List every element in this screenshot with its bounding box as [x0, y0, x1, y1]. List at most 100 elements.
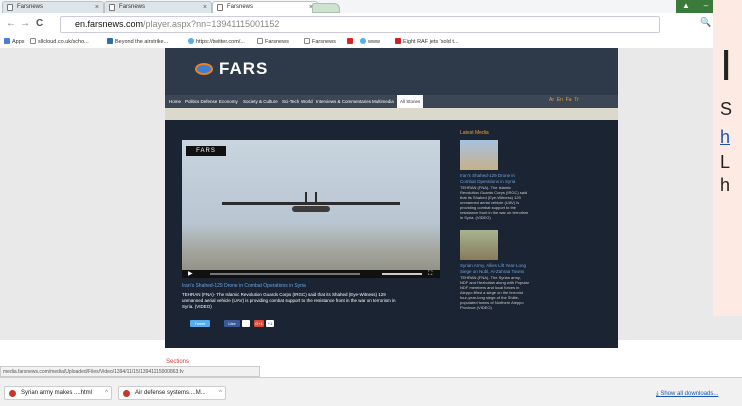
latest-media-header: Latest Media: [460, 130, 489, 136]
latest-thumb[interactable]: [460, 140, 498, 170]
bookmark-item[interactable]: www: [360, 36, 380, 48]
logo-text: FARS: [219, 59, 269, 78]
chevron-up-icon[interactable]: ^: [219, 387, 222, 399]
bookmark-apps[interactable]: Apps: [4, 36, 25, 48]
latest-title[interactable]: Syrian Army, Allies Lift Year-Long Siege…: [460, 263, 530, 275]
bookmark-item[interactable]: Farsnews: [257, 36, 289, 48]
menu-item-interviews[interactable]: Interviews & Commentaries: [316, 95, 371, 108]
slide-title: I: [720, 41, 733, 90]
page-icon: [30, 38, 36, 44]
slide-overlay: I S h L h: [713, 0, 742, 316]
logo-globe-icon: [195, 63, 213, 75]
download-name: Syrian army makes ....html: [21, 390, 93, 396]
drone-body: [292, 206, 330, 212]
download-item[interactable]: Air defense systems....M... ^: [118, 386, 226, 400]
page-icon: [7, 4, 13, 11]
bookmarks-bar: Apps sllcloud.co.uk/scho... Beyond the a…: [0, 36, 742, 48]
show-all-downloads-label: Show all downloads...: [660, 391, 719, 397]
download-item[interactable]: Syrian army makes ....html ^: [4, 386, 112, 400]
share-buttons: Tweet Like G+1 +1: [190, 320, 290, 328]
like-count: [242, 320, 250, 327]
gplus-button[interactable]: G+1: [254, 320, 264, 327]
language-links: Ar En Fa Tr: [549, 97, 609, 107]
browser-tab[interactable]: Farsnews ×: [2, 1, 104, 13]
latest-text: TEHRAN (FNA)- The Islamic Revolution Gua…: [460, 185, 529, 220]
menu-item-all-stories[interactable]: All Stories: [397, 95, 424, 108]
bookmark-youtube[interactable]: [347, 36, 355, 48]
page-icon: [109, 4, 115, 11]
volume-slider[interactable]: [382, 273, 422, 275]
latest-media: Latest Media Iran's Shahed-129 Drone in …: [460, 130, 580, 310]
address-bar-row: ← → C en.farsnews.com/player.aspx?nn=139…: [0, 13, 742, 36]
site-logo[interactable]: FARS: [195, 59, 285, 81]
reload-icon[interactable]: C: [36, 18, 43, 29]
twitter-icon: [188, 38, 194, 44]
apps-icon: [4, 38, 10, 44]
back-icon[interactable]: ←: [6, 18, 16, 29]
close-icon[interactable]: ×: [95, 2, 99, 13]
bookmark-item[interactable]: Eight RAF jets 'sold t...: [395, 36, 458, 48]
download-name: Air defense systems....M...: [135, 390, 206, 396]
news-icon: [395, 38, 401, 44]
latest-title[interactable]: Iran's Shahed-129 Drone in Combat Operat…: [460, 173, 530, 185]
slide-link[interactable]: h: [720, 128, 730, 146]
download-shelf: Syrian army makes ....html ^ Air defense…: [0, 377, 742, 406]
twitter-icon: [360, 38, 366, 44]
forward-icon[interactable]: →: [20, 18, 30, 29]
lang-en[interactable]: En: [557, 97, 563, 103]
url-input[interactable]: en.farsnews.com/player.aspx?nn=139411150…: [60, 16, 660, 33]
fullscreen-icon[interactable]: ⛶: [428, 270, 432, 278]
url-path: /player.aspx?nn=13941115001152: [143, 19, 280, 29]
show-all-downloads-link[interactable]: ⤓ Show all downloads...: [656, 391, 718, 398]
video-player[interactable]: FARS ▶ ⛶: [182, 140, 440, 278]
bookmark-item[interactable]: Beyond the airstrike...: [107, 36, 168, 48]
play-icon[interactable]: ▶: [188, 270, 193, 278]
lang-fa[interactable]: Fa: [566, 97, 572, 103]
lang-ar[interactable]: Ar: [549, 97, 554, 103]
slide-line: L: [720, 152, 731, 172]
like-button[interactable]: Like: [224, 320, 240, 327]
page-icon: [217, 4, 223, 11]
menu-item-economy[interactable]: Economy: [219, 95, 238, 108]
bookmark-item[interactable]: https://twitter.com/...: [188, 36, 245, 48]
menu-item-scitech[interactable]: Sci-Tech: [282, 95, 299, 108]
seek-bar[interactable]: [210, 273, 360, 275]
chevron-up-icon[interactable]: ^: [105, 387, 108, 399]
status-url: media.farsnews.com/media/Uploaded/Files/…: [0, 366, 260, 377]
menu-item-society[interactable]: Society & Culture: [243, 95, 278, 108]
browser-tab-active[interactable]: Farsnews ×: [212, 1, 318, 13]
profile-icon[interactable]: ▲: [676, 0, 696, 12]
video-controls: ▶ ⛶: [182, 270, 440, 278]
latest-thumb[interactable]: [460, 230, 498, 260]
tab-title: Farsnews: [119, 4, 146, 10]
zoom-icon[interactable]: 🔍: [700, 17, 711, 28]
bookmark-label: Apps: [12, 39, 25, 45]
bookmark-label: www: [368, 39, 380, 45]
page-icon: [304, 38, 310, 44]
menu-item-world[interactable]: World: [301, 95, 313, 108]
site-header: FARS: [165, 48, 618, 95]
chrome-file-icon: [9, 390, 16, 397]
farsnews-site: FARS Home Politics Defense Economy Socie…: [165, 48, 618, 348]
menu-item-home[interactable]: Home: [169, 95, 181, 108]
menu-item-politics[interactable]: Politics Defense: [185, 95, 217, 108]
browser-tab[interactable]: Farsnews ×: [104, 1, 212, 13]
tweet-button[interactable]: Tweet: [190, 320, 210, 327]
bookmark-item[interactable]: sllcloud.co.uk/scho...: [30, 36, 89, 48]
bookmark-label: Eight RAF jets 'sold t...: [403, 39, 459, 45]
sections-label[interactable]: Sections: [166, 359, 206, 365]
video-title[interactable]: Iran's Shahed-129 Drone in Combat Operat…: [182, 282, 440, 290]
lang-tr[interactable]: Tr: [574, 97, 579, 103]
video-description: TEHRAN (FNA)- The Islamic Revolution Gua…: [182, 292, 396, 309]
plusone-count: +1: [266, 320, 274, 327]
bookmark-item[interactable]: Farsnews: [304, 36, 336, 48]
menu-item-multimedia[interactable]: Multimedia: [372, 95, 394, 108]
bookmark-label: Farsnews: [265, 39, 289, 45]
youtube-icon: [347, 38, 353, 44]
video-watermark: FARS: [186, 146, 226, 156]
slide-line: h: [720, 175, 731, 195]
close-icon[interactable]: ×: [203, 2, 207, 13]
new-tab-button[interactable]: [312, 3, 340, 13]
slide-line: S: [720, 99, 733, 119]
chrome-file-icon: [123, 390, 130, 397]
